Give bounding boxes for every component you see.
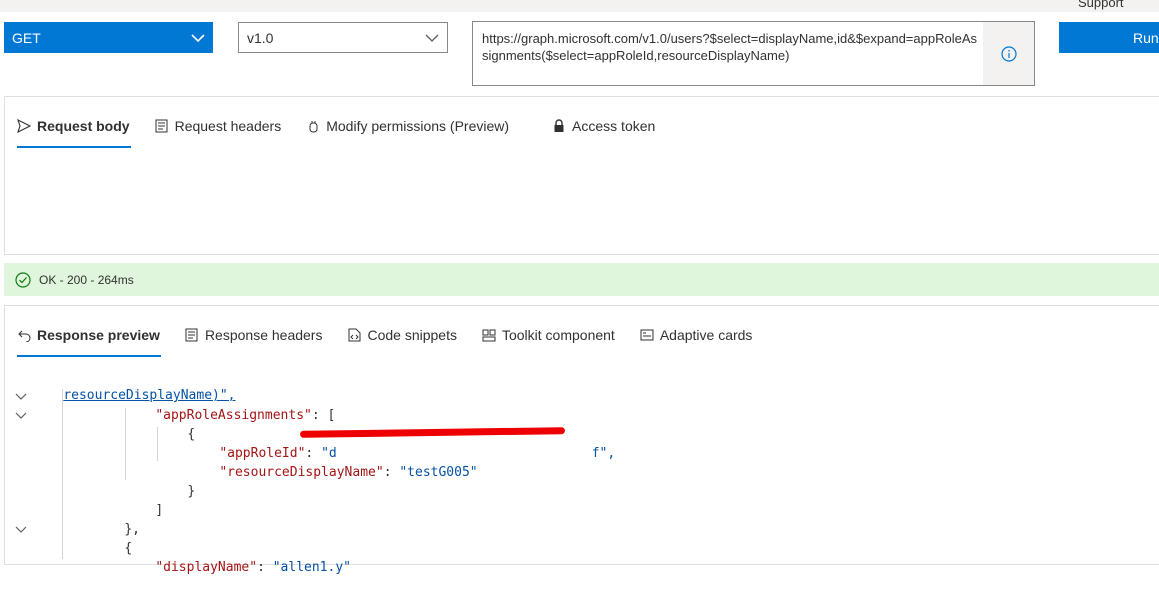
version-value: v1.0 — [247, 29, 274, 46]
tab-label: Response headers — [204, 327, 323, 343]
lock-icon — [552, 119, 566, 133]
code-line: ] — [155, 503, 164, 518]
tab-adaptive-cards[interactable]: Adaptive cards — [640, 322, 753, 348]
http-method-value: GET — [12, 29, 41, 46]
tab-label: Request body — [37, 118, 130, 134]
tab-label: Code snippets — [367, 327, 457, 343]
chevron-down-icon — [425, 30, 439, 46]
info-button[interactable] — [983, 22, 1034, 85]
run-query-label: Run — [1133, 29, 1159, 46]
response-tabs: Response preview Response headers Code s… — [17, 322, 777, 357]
tab-label: Adaptive cards — [659, 327, 753, 343]
code-file-icon — [347, 328, 361, 342]
undo-arrow-icon — [17, 328, 31, 342]
support-link[interactable]: Support — [1078, 0, 1124, 10]
top-strip — [0, 0, 1159, 12]
code-line: "resourceDisplayName": "testG005" — [219, 465, 478, 480]
toolkit-icon — [482, 328, 496, 342]
tab-label: Request headers — [174, 118, 282, 134]
http-method-dropdown[interactable]: GET — [4, 22, 213, 53]
chevron-down-icon[interactable] — [13, 406, 29, 425]
version-dropdown[interactable]: v1.0 — [238, 22, 448, 53]
tab-response-headers[interactable]: Response headers — [185, 322, 323, 348]
tab-toolkit-component[interactable]: Toolkit component — [482, 322, 615, 348]
document-icon — [155, 119, 169, 133]
chevron-down-icon — [191, 30, 205, 46]
status-text: OK - 200 - 264ms — [39, 272, 134, 287]
chevron-down-icon[interactable] — [13, 520, 29, 539]
card-icon — [640, 328, 654, 342]
tab-label: Toolkit component — [501, 327, 615, 343]
tab-label: Response preview — [37, 327, 160, 343]
checkmark-circle-icon — [15, 271, 31, 288]
status-bar: OK - 200 - 264ms — [4, 263, 1159, 296]
code-line: "displayName": "allen1.y" — [155, 560, 351, 575]
indent-guide — [62, 389, 63, 559]
run-query-button[interactable]: Run — [1059, 22, 1159, 53]
request-tabs: Request body Request headers Modify perm… — [17, 113, 680, 148]
code-line: { — [124, 541, 133, 556]
code-line: "appRoleAssignments": [ — [155, 408, 336, 423]
request-url-text[interactable]: https://graph.microsoft.com/v1.0/users?$… — [482, 30, 982, 64]
code-line: resourceDisplayName)", — [63, 388, 236, 403]
tab-label: Modify permissions (Preview) — [326, 118, 510, 134]
chevron-down-icon[interactable] — [13, 387, 29, 406]
request-panel: Request body Request headers Modify perm… — [4, 96, 1159, 255]
request-url-input[interactable]: https://graph.microsoft.com/v1.0/users?$… — [472, 21, 1035, 86]
tab-access-token[interactable]: Access token — [552, 113, 655, 139]
permissions-icon — [306, 119, 320, 133]
document-icon — [185, 328, 199, 342]
info-icon — [1000, 45, 1017, 62]
tab-response-preview[interactable]: Response preview — [17, 322, 161, 357]
tab-request-body[interactable]: Request body — [17, 113, 131, 148]
tab-request-headers[interactable]: Request headers — [155, 113, 282, 139]
tab-modify-permissions[interactable]: Modify permissions (Preview) — [306, 113, 509, 139]
tab-code-snippets[interactable]: Code snippets — [347, 322, 457, 348]
tab-label: Access token — [572, 118, 656, 134]
code-line: }, — [124, 522, 140, 537]
send-icon — [17, 119, 31, 133]
code-line: { — [187, 427, 196, 442]
code-line: } — [187, 484, 196, 499]
